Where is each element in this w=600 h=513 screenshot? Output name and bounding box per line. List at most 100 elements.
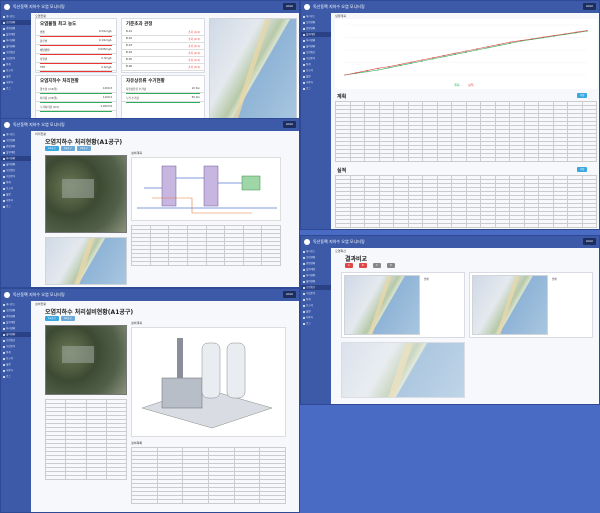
sidebar-item[interactable]: 대시보드 [1, 302, 31, 307]
table-cell[interactable] [393, 223, 409, 228]
sidebar-item[interactable]: 보고서 [301, 68, 331, 73]
sidebar-item[interactable]: 설비현황 [1, 44, 31, 49]
sidebar-item[interactable]: 대시보드 [301, 14, 331, 19]
sidebar-item[interactable]: 통계 [301, 62, 331, 67]
tab-c[interactable]: C [373, 263, 381, 268]
sidebar-item[interactable]: 사용자 [301, 80, 331, 85]
actual-save-button[interactable]: 저장 [577, 167, 588, 172]
sidebar-item[interactable]: 처리현황 [301, 273, 331, 278]
satellite-photo[interactable] [45, 325, 127, 395]
sidebar-item[interactable]: 실행계획 [1, 320, 31, 325]
sidebar-item[interactable]: 사용자 [1, 368, 31, 373]
table-cell[interactable] [422, 223, 438, 228]
tab-a1[interactable]: A1공구 [45, 146, 59, 151]
logout-button[interactable]: LOGO [282, 291, 296, 298]
sidebar-item[interactable]: 오염현황 [1, 138, 31, 143]
sidebar-item[interactable]: 오염확산 [301, 285, 331, 290]
table-cell[interactable] [131, 499, 158, 504]
table-cell[interactable] [480, 223, 496, 228]
sidebar-item[interactable]: 보고서 [1, 68, 31, 73]
table-cell[interactable] [436, 223, 452, 228]
sidebar-item[interactable]: 대시보드 [1, 132, 31, 137]
sidebar-item[interactable]: 통계 [1, 180, 31, 185]
table-cell[interactable] [538, 223, 554, 228]
sidebar-item[interactable]: 설비현황 [1, 162, 31, 167]
sidebar-item[interactable]: 수질분석 [1, 56, 31, 61]
result-map-a[interactable] [344, 275, 420, 335]
table-cell[interactable] [149, 261, 170, 266]
table-cell[interactable] [378, 223, 394, 228]
sidebar-item[interactable]: 처리현황 [301, 38, 331, 43]
sidebar-item[interactable]: 오염확산 [1, 338, 31, 343]
sidebar-item[interactable]: 대시보드 [1, 14, 31, 19]
table-cell[interactable] [523, 157, 539, 162]
sidebar-item[interactable]: 관정현황 [301, 261, 331, 266]
sidebar-item[interactable]: 통계 [1, 62, 31, 67]
logout-button[interactable]: LOGO [582, 3, 596, 10]
sidebar-item[interactable]: 설비현황 [301, 279, 331, 284]
sidebar-item[interactable]: 설정 [1, 362, 31, 367]
table-cell[interactable] [242, 261, 263, 266]
sidebar-item[interactable]: 오염현황 [1, 20, 31, 25]
table-cell[interactable] [451, 157, 467, 162]
sidebar-item[interactable]: 보고서 [1, 186, 31, 191]
sidebar-item[interactable]: 오염현황 [301, 255, 331, 260]
table-cell[interactable] [85, 475, 107, 480]
plan-save-button[interactable]: 저장 [577, 93, 588, 98]
table-cell[interactable] [65, 475, 87, 480]
table-cell[interactable] [436, 157, 452, 162]
table-cell[interactable] [393, 157, 409, 162]
sidebar-item[interactable]: 실행계획 [301, 32, 331, 37]
sidebar-item[interactable]: 사용자 [1, 80, 31, 85]
table-cell[interactable] [494, 223, 510, 228]
sidebar-item[interactable]: 로그 [301, 321, 331, 326]
table-cell[interactable] [186, 261, 207, 266]
sidebar-item[interactable]: 수질분석 [1, 174, 31, 179]
tab-d[interactable]: D [387, 263, 395, 268]
sidebar-item[interactable]: 실행계획 [301, 267, 331, 272]
result-map-c[interactable] [341, 342, 465, 398]
sidebar-item[interactable]: 실행계획 [1, 150, 31, 155]
sidebar-item[interactable]: 로그 [301, 86, 331, 91]
sidebar-item[interactable]: 오염현황 [1, 308, 31, 313]
sidebar-item[interactable]: 처리현황 [1, 326, 31, 331]
table-cell[interactable] [378, 157, 394, 162]
logout-button[interactable]: LOGO [582, 238, 596, 245]
sidebar-item[interactable]: 설정 [301, 309, 331, 314]
table-cell[interactable] [407, 223, 423, 228]
table-cell[interactable] [131, 261, 151, 266]
table-cell[interactable] [581, 157, 597, 162]
table-cell[interactable] [364, 157, 380, 162]
table-cell[interactable] [44, 475, 67, 480]
sidebar-item[interactable]: 관정현황 [1, 314, 31, 319]
sidebar-item[interactable]: 수질분석 [301, 56, 331, 61]
table-cell[interactable] [509, 157, 525, 162]
tab-a3[interactable]: A3공구 [77, 146, 91, 151]
table-cell[interactable] [207, 499, 235, 504]
sidebar-item[interactable]: 통계 [301, 297, 331, 302]
sidebar-item[interactable]: 오염현황 [301, 20, 331, 25]
table-cell[interactable] [224, 261, 244, 266]
table-cell[interactable] [335, 157, 351, 162]
tab-a2[interactable]: A2공구 [61, 146, 75, 151]
tab-a1[interactable]: A1공구 [45, 316, 59, 321]
sidebar-item[interactable]: 설비현황 [301, 44, 331, 49]
sidebar-item[interactable]: 관정현황 [1, 144, 31, 149]
sidebar-item[interactable]: 설정 [1, 192, 31, 197]
table-cell[interactable] [335, 223, 351, 228]
table-cell[interactable] [523, 223, 539, 228]
table-cell[interactable] [364, 223, 380, 228]
table-cell[interactable] [480, 157, 496, 162]
sidebar-item[interactable]: 처리현황 [1, 38, 31, 43]
table-cell[interactable] [465, 223, 481, 228]
table-cell[interactable] [156, 499, 184, 504]
site-map[interactable] [45, 237, 127, 285]
sidebar-item[interactable]: 처리현황 [1, 156, 31, 161]
tab-b[interactable]: B [359, 263, 367, 268]
table-cell[interactable] [465, 157, 481, 162]
table-cell[interactable] [407, 157, 423, 162]
sidebar-item[interactable]: 보고서 [1, 356, 31, 361]
table-cell[interactable] [349, 157, 365, 162]
table-cell[interactable] [509, 223, 525, 228]
table-cell[interactable] [552, 223, 568, 228]
